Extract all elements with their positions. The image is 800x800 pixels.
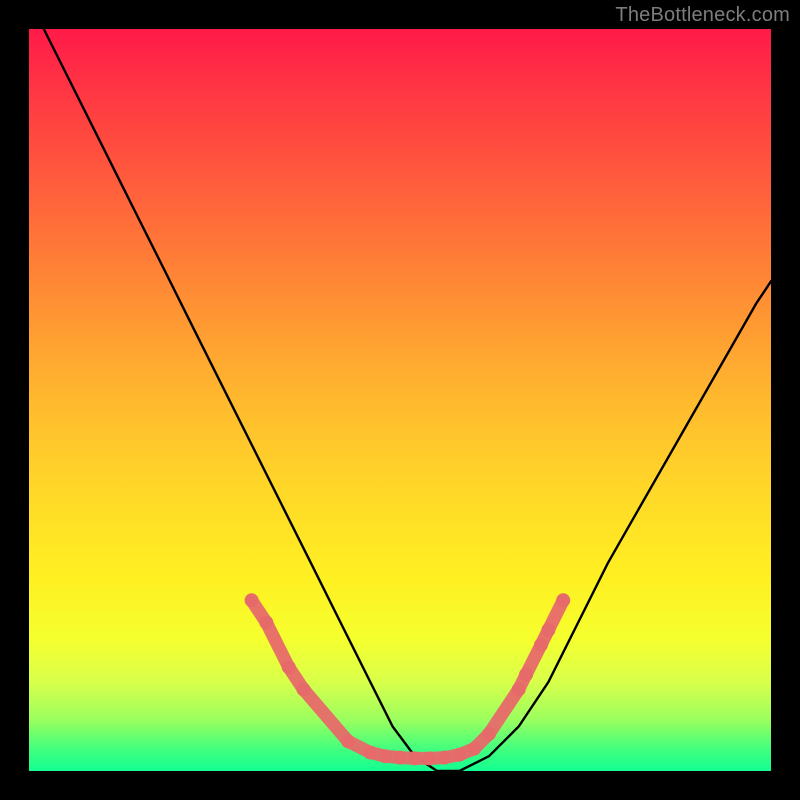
marker-strip [252,600,564,758]
marker-dot [341,734,355,748]
marker-dot [467,742,481,756]
marker-dot [297,682,311,696]
marker-dot [438,751,452,765]
marker-dot [408,751,422,765]
marker-dot [378,749,392,763]
marker-dot [393,751,407,765]
marker-dot [541,623,555,637]
marker-dot [282,660,296,674]
marker-dot [512,682,526,696]
marker-dot [452,748,466,762]
marker-dot [245,593,259,607]
marker-dot [259,616,273,630]
marker-dot [363,746,377,760]
marker-dot [534,638,548,652]
marker-dot [482,727,496,741]
watermark-text: TheBottleneck.com [615,4,790,27]
bottleneck-curve [44,29,771,771]
chart-frame: TheBottleneck.com [0,0,800,800]
marker-dot [423,751,437,765]
marker-dot [519,668,533,682]
chart-svg [29,29,771,771]
chart-plot-area [29,29,771,771]
marker-dot [556,593,570,607]
